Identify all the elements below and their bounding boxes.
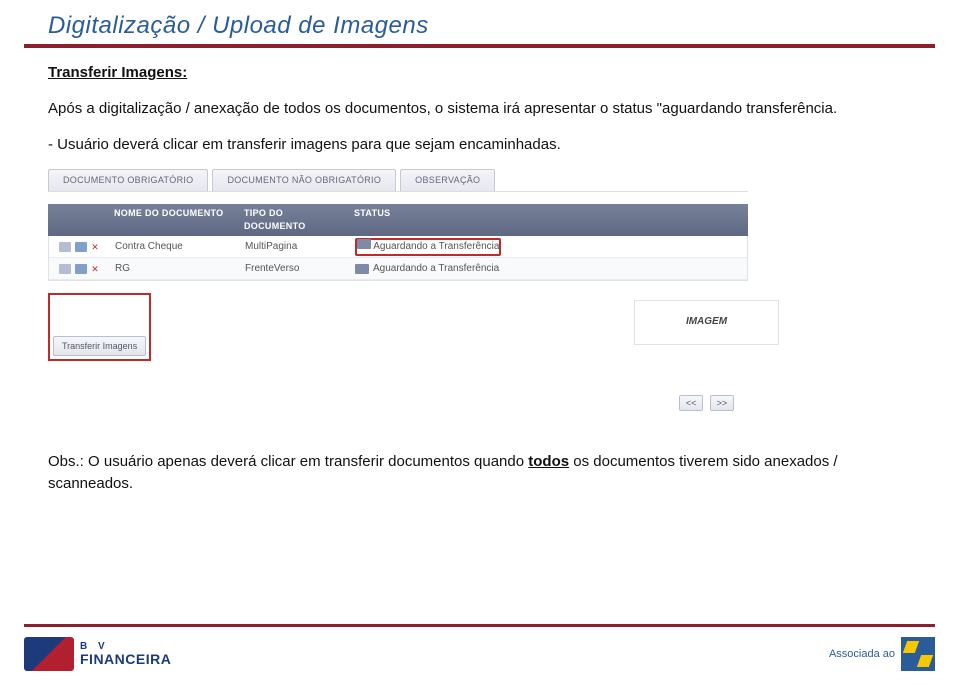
table-header: NOME DO DOCUMENTO TIPO DO DOCUMENTO STAT… [48,204,748,236]
obs-text-bold: todos [528,453,569,470]
associated-text: Associada ao [829,648,895,660]
table-body: ✕ Contra Cheque MultiPagina Aguardando a… [48,236,748,281]
page-title: Digitalização / Upload de Imagens [0,0,959,44]
table-row: ✕ RG FrenteVerso Aguardando a Transferên… [49,258,747,280]
banco-brasil-logo-icon [901,637,935,671]
tab-doc-nao-obrigatorio[interactable]: DOCUMENTO NÃO OBRIGATÓRIO [212,169,396,191]
bv-financeira-logo: B V FINANCEIRA [24,637,171,671]
upload-icon[interactable] [75,242,87,252]
transfer-icon [357,239,371,249]
cell-status-text: Aguardando a Transferência [373,262,499,277]
observation-note: Obs.: O usuário apenas deverá clicar em … [48,451,911,495]
col-type: TIPO DO DOCUMENTO [238,204,348,236]
tabs-row: DOCUMENTO OBRIGATÓRIO DOCUMENTO NÃO OBRI… [48,169,748,192]
intro-paragraph-2: - Usuário deverá clicar em transferir im… [48,134,911,156]
cell-doc-name: Contra Cheque [109,240,239,255]
transfer-button-highlight: Transferir Imagens [48,293,151,361]
bv-logo-mark [24,637,74,671]
cell-status-text: Aguardando a Transferência [373,241,499,252]
status-highlight: Aguardando a Transferência [355,238,501,256]
image-preview-label: IMAGEM [634,300,779,345]
delete-icon[interactable]: ✕ [91,264,99,274]
obs-text-prefix: Obs.: O usuário apenas deverá clicar em … [48,453,528,470]
transfer-images-button[interactable]: Transferir Imagens [53,336,146,356]
title-divider [24,44,935,48]
scan-icon[interactable] [59,242,71,252]
intro-paragraph-1: Após a digitalização / anexação de todos… [48,98,911,120]
tab-doc-obrigatorio[interactable]: DOCUMENTO OBRIGATÓRIO [48,169,208,191]
cell-doc-type: MultiPagina [239,240,349,255]
associated-block: Associada ao [829,637,935,671]
prev-image-button[interactable]: << [679,395,704,411]
col-name: NOME DO DOCUMENTO [108,204,238,236]
footer: B V FINANCEIRA Associada ao [24,624,935,671]
next-image-button[interactable]: >> [710,395,735,411]
bv-logo-word: FINANCEIRA [80,652,171,666]
transfer-icon [355,264,369,274]
cell-doc-name: RG [109,262,239,277]
delete-icon[interactable]: ✕ [91,242,99,252]
scan-icon[interactable] [59,264,71,274]
section-subheading: Transferir Imagens: [48,62,911,84]
table-row: ✕ Contra Cheque MultiPagina Aguardando a… [49,236,747,258]
tab-observacao[interactable]: OBSERVAÇÃO [400,169,495,191]
image-preview-panel: IMAGEM << >> [634,300,779,412]
cell-doc-type: FrenteVerso [239,262,349,277]
col-status: STATUS [348,204,508,236]
upload-icon[interactable] [75,264,87,274]
